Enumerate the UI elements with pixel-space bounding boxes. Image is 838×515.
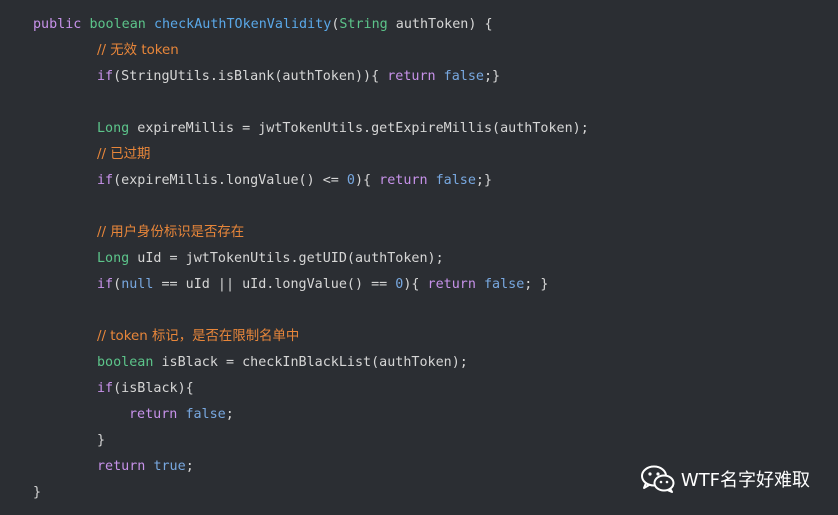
code-line: if(expireMillis.longValue() <= 0){ retur… bbox=[0, 168, 838, 194]
code-text: (StringUtils.isBlank(authToken)){ bbox=[113, 69, 388, 84]
code-line-method-signature: public boolean checkAuthTOkenValidity(St… bbox=[0, 12, 838, 38]
code-text: ){ bbox=[354, 173, 380, 188]
code-text: ;} bbox=[475, 173, 493, 188]
wechat-icon bbox=[640, 465, 675, 493]
code-text: ; bbox=[185, 459, 194, 474]
keyword: public bbox=[33, 17, 82, 32]
code-line: } bbox=[0, 428, 838, 454]
keyword: return bbox=[97, 459, 146, 474]
code-text: ; } bbox=[524, 277, 549, 292]
code-line: return false; bbox=[0, 402, 838, 428]
keyword: if bbox=[97, 277, 114, 292]
code-text: ){ bbox=[403, 277, 428, 292]
code-block: public boolean checkAuthTOkenValidity(St… bbox=[0, 12, 838, 506]
literal: false bbox=[443, 69, 484, 84]
code-line: boolean isBlack = checkInBlackList(authT… bbox=[0, 350, 838, 376]
keyword: return bbox=[427, 277, 476, 292]
number-literal: 0 bbox=[346, 173, 355, 188]
literal: false bbox=[435, 173, 476, 188]
type: Long bbox=[97, 251, 130, 266]
code-text: } bbox=[97, 433, 106, 448]
code-comment: // 已过期 bbox=[0, 142, 838, 168]
code-text: authToken) { bbox=[387, 17, 493, 32]
watermark-text: WTF名字好难取 bbox=[680, 470, 810, 491]
code-line: Long uId = jwtTokenUtils.getUID(authToke… bbox=[0, 246, 838, 272]
keyword: return bbox=[379, 173, 428, 188]
keyword: if bbox=[97, 69, 114, 84]
code-text: isBlack = checkInBlackList(authToken); bbox=[153, 355, 468, 370]
code-text: ; bbox=[225, 407, 234, 422]
keyword: return bbox=[387, 69, 436, 84]
code-text: uId = jwtTokenUtils.getUID(authToken); bbox=[129, 251, 444, 266]
comment-text: // token 标记，是否在限制名单中 bbox=[97, 329, 300, 344]
code-text: ( bbox=[113, 277, 122, 292]
code-comment: // 用户身份标识是否存在 bbox=[0, 220, 838, 246]
method-name: checkAuthTOkenValidity bbox=[153, 17, 332, 32]
comment-text: // 用户身份标识是否存在 bbox=[97, 225, 245, 240]
code-line: if(null == uId || uId.longValue() == 0){… bbox=[0, 272, 838, 298]
code-text: expireMillis = jwtTokenUtils.getExpireMi… bbox=[129, 121, 589, 136]
literal: false bbox=[483, 277, 525, 292]
code-line: if(isBlack){ bbox=[0, 376, 838, 402]
code-comment: // 无效 token bbox=[0, 38, 838, 64]
keyword: if bbox=[97, 173, 114, 188]
code-comment: // token 标记，是否在限制名单中 bbox=[0, 324, 838, 350]
keyword: return bbox=[129, 407, 178, 422]
literal: false bbox=[185, 407, 226, 422]
code-text: (expireMillis.longValue() <= bbox=[113, 173, 347, 188]
keyword: if bbox=[97, 381, 114, 396]
type: boolean bbox=[97, 355, 154, 370]
code-line: Long expireMillis = jwtTokenUtils.getExp… bbox=[0, 116, 838, 142]
comment-text: // 无效 token bbox=[97, 43, 179, 58]
code-text: } bbox=[33, 485, 42, 500]
type: String bbox=[339, 17, 388, 32]
comment-text: // 已过期 bbox=[97, 147, 151, 162]
type: Long bbox=[97, 121, 130, 136]
code-text: (isBlack){ bbox=[113, 381, 194, 396]
literal: true bbox=[153, 459, 186, 474]
code-text: == uId || uId.longValue() == bbox=[153, 277, 396, 292]
literal: null bbox=[121, 277, 154, 292]
code-line: if(StringUtils.isBlank(authToken)){ retu… bbox=[0, 64, 838, 90]
type: boolean bbox=[89, 17, 146, 32]
watermark: WTF名字好难取 bbox=[640, 465, 810, 493]
code-text: ;} bbox=[483, 69, 501, 84]
